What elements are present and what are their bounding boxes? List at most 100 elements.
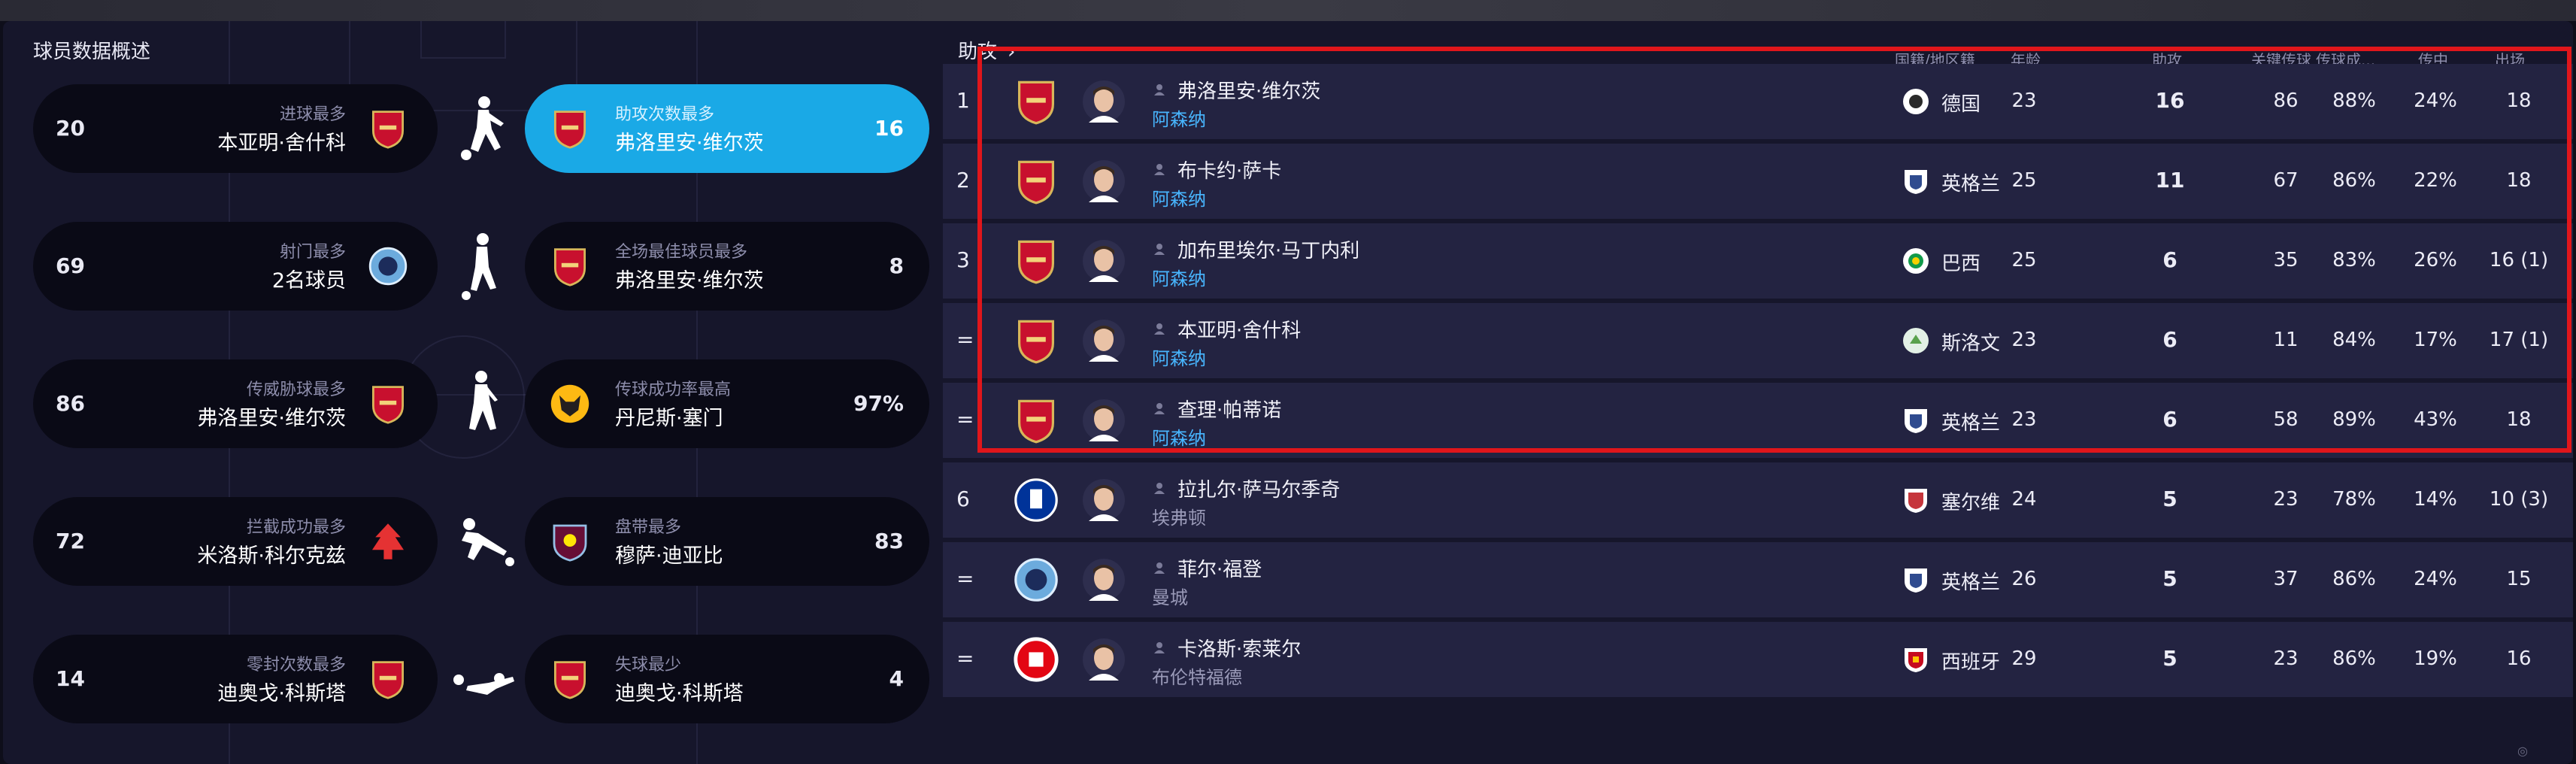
rank: 1 [956, 88, 970, 113]
appearances-cell: 15 [2506, 568, 2532, 590]
most-dribbles-card[interactable]: 盘带最多 穆萨·迪亚比 83 [525, 497, 929, 586]
stat-value: 16 [874, 116, 904, 141]
stat-category: 射门最多 [279, 243, 346, 262]
player-name: 米洛斯·科尔克兹 [197, 544, 346, 568]
age-cell: 29 [2011, 647, 2037, 670]
pass-accuracy-cell: 78% [2332, 488, 2376, 511]
man-city-crest-icon [368, 247, 408, 286]
rank: 2 [956, 168, 970, 193]
pass-accuracy-card[interactable]: 传球成功率最高 丹尼斯·塞门 97% [525, 359, 929, 448]
stat-value: 97% [853, 391, 904, 416]
watermark: ◎ [2517, 744, 2528, 758]
player-face-icon [1083, 638, 1125, 681]
crosses-cell: 14% [2414, 488, 2457, 511]
highlight-box [977, 47, 2571, 453]
nationality: 西班牙 [1941, 651, 2001, 674]
player-name: 弗洛里安·维尔茨 [197, 407, 346, 430]
club-link[interactable]: 布伦特福德 [1152, 662, 1242, 689]
tackling-player-icon [462, 518, 514, 566]
appearances-cell: 16 [2506, 647, 2532, 670]
club-link[interactable]: 曼城 [1152, 583, 1188, 609]
interceptions-card[interactable]: 72 拦截成功最多 米洛斯·科尔克兹 [33, 497, 438, 586]
player-name: 2名球员 [271, 269, 346, 293]
player-name: 本亚明·舍什科 [217, 132, 346, 155]
club-link[interactable]: 埃弗顿 [1152, 503, 1206, 529]
player-name: 迪奥戈·科斯塔 [615, 682, 744, 705]
serbia-flag-icon [1905, 489, 1927, 513]
player-name[interactable]: 拉扎尔·萨马尔季奇 [1177, 474, 1340, 502]
villa-crest-icon [553, 524, 587, 562]
person-icon [1154, 642, 1165, 653]
brentford-crest-icon [1014, 637, 1059, 682]
window-top-strip [0, 0, 2576, 21]
top-scorer-card[interactable]: 20 进球最多 本亚明·舍什科 [33, 84, 438, 173]
player-name[interactable]: 菲尔·福登 [1177, 554, 1262, 582]
most-assists-card[interactable]: 助攻次数最多 弗洛里安·维尔茨 16 [525, 84, 929, 173]
key-passes-cell: 23 [2273, 488, 2299, 511]
arsenal-crest-icon [554, 111, 586, 149]
goalkeeper-dive-icon [453, 673, 514, 695]
rank: = [956, 407, 974, 432]
table-row[interactable]: 6 拉扎尔·萨马尔季奇 埃弗顿 塞尔维 24 5 23 78% 14% 10 (3) [943, 462, 2573, 538]
wolves-crest-icon [550, 384, 589, 423]
stat-category: 进球最多 [279, 105, 346, 124]
overview-row: 69 射门最多 2名球员 全场最佳球员最多 弗洛里安·维尔茨 8 [33, 222, 932, 311]
clean-sheets-card[interactable]: 14 零封次数最多 迪奥戈·科斯塔 [33, 635, 438, 723]
player-name: 丹尼斯·塞门 [615, 407, 723, 430]
passing-player-icon [469, 371, 498, 430]
stat-category: 零封次数最多 [246, 656, 346, 675]
forest-crest-icon [372, 523, 404, 559]
arsenal-crest-icon [372, 111, 404, 149]
player-name: 弗洛里安·维尔茨 [615, 269, 764, 293]
england-flag-icon [1905, 568, 1927, 593]
assists-cell: 5 [2162, 566, 2177, 591]
stat-value: 4 [889, 666, 904, 691]
player-face-icon [1083, 559, 1125, 601]
stat-value: 86 [56, 391, 85, 416]
table-row[interactable]: = 菲尔·福登 曼城 英格兰 26 5 37 86% 24% 15 [943, 542, 2573, 617]
key-passes-cell: 23 [2273, 647, 2299, 670]
overview-row: 14 零封次数最多 迪奥戈·科斯塔 失球最少 迪奥戈·科斯塔 4 [33, 635, 932, 723]
assists-cell: 5 [2162, 646, 2177, 671]
crosses-cell: 19% [2414, 647, 2457, 670]
shooting-player-icon [462, 233, 496, 300]
most-motm-card[interactable]: 全场最佳球员最多 弗洛里安·维尔茨 8 [525, 222, 929, 311]
everton-crest-icon [1014, 478, 1058, 522]
player-face-icon [1083, 479, 1125, 521]
age-cell: 26 [2011, 568, 2037, 590]
rank: = [956, 646, 974, 671]
arsenal-crest-icon [554, 248, 586, 286]
spain-flag-icon [1905, 648, 1927, 672]
stat-category: 全场最佳球员最多 [615, 243, 748, 262]
table-row[interactable]: = 卡洛斯·索莱尔 布伦特福德 西班牙 29 5 23 86% 19% 16 [943, 622, 2573, 697]
stat-category: 盘带最多 [615, 518, 682, 537]
rank: = [956, 566, 974, 591]
scoring-player-icon [461, 96, 504, 160]
appearances-cell: 10 (3) [2489, 488, 2549, 511]
stat-value: 14 [56, 666, 85, 691]
rank: = [956, 327, 974, 352]
overview-row: 72 拦截成功最多 米洛斯·科尔克兹 盘带最多 穆萨·迪亚比 83 [33, 497, 932, 586]
stat-category: 传球成功率最高 [615, 380, 732, 399]
stat-category: 助攻次数最多 [615, 105, 715, 124]
person-icon [1154, 562, 1165, 574]
player-name: 弗洛里安·维尔茨 [615, 132, 764, 155]
arsenal-crest-icon [554, 661, 586, 699]
stat-value: 69 [56, 253, 85, 278]
stat-value: 8 [889, 253, 904, 278]
arsenal-crest-icon [372, 386, 404, 424]
overview-row: 20 进球最多 本亚明·舍什科 助攻次数最多 弗洛里安·维尔茨 16 [33, 84, 932, 173]
age-cell: 24 [2011, 488, 2037, 511]
fewest-conceded-card[interactable]: 失球最少 迪奥戈·科斯塔 4 [525, 635, 929, 723]
stat-value: 83 [874, 529, 904, 553]
rank: 6 [956, 487, 970, 511]
stat-category: 失球最少 [615, 656, 682, 675]
player-name: 穆萨·迪亚比 [615, 544, 723, 568]
key-passes-cell: 37 [2273, 568, 2299, 590]
player-name[interactable]: 卡洛斯·索莱尔 [1177, 634, 1301, 662]
key-passes-card[interactable]: 86 传威胁球最多 弗洛里安·维尔茨 [33, 359, 438, 448]
most-shots-card[interactable]: 69 射门最多 2名球员 [33, 222, 438, 311]
player-name: 迪奥戈·科斯塔 [217, 682, 346, 705]
assists-cell: 5 [2162, 487, 2177, 511]
nationality: 英格兰 [1941, 571, 2001, 594]
